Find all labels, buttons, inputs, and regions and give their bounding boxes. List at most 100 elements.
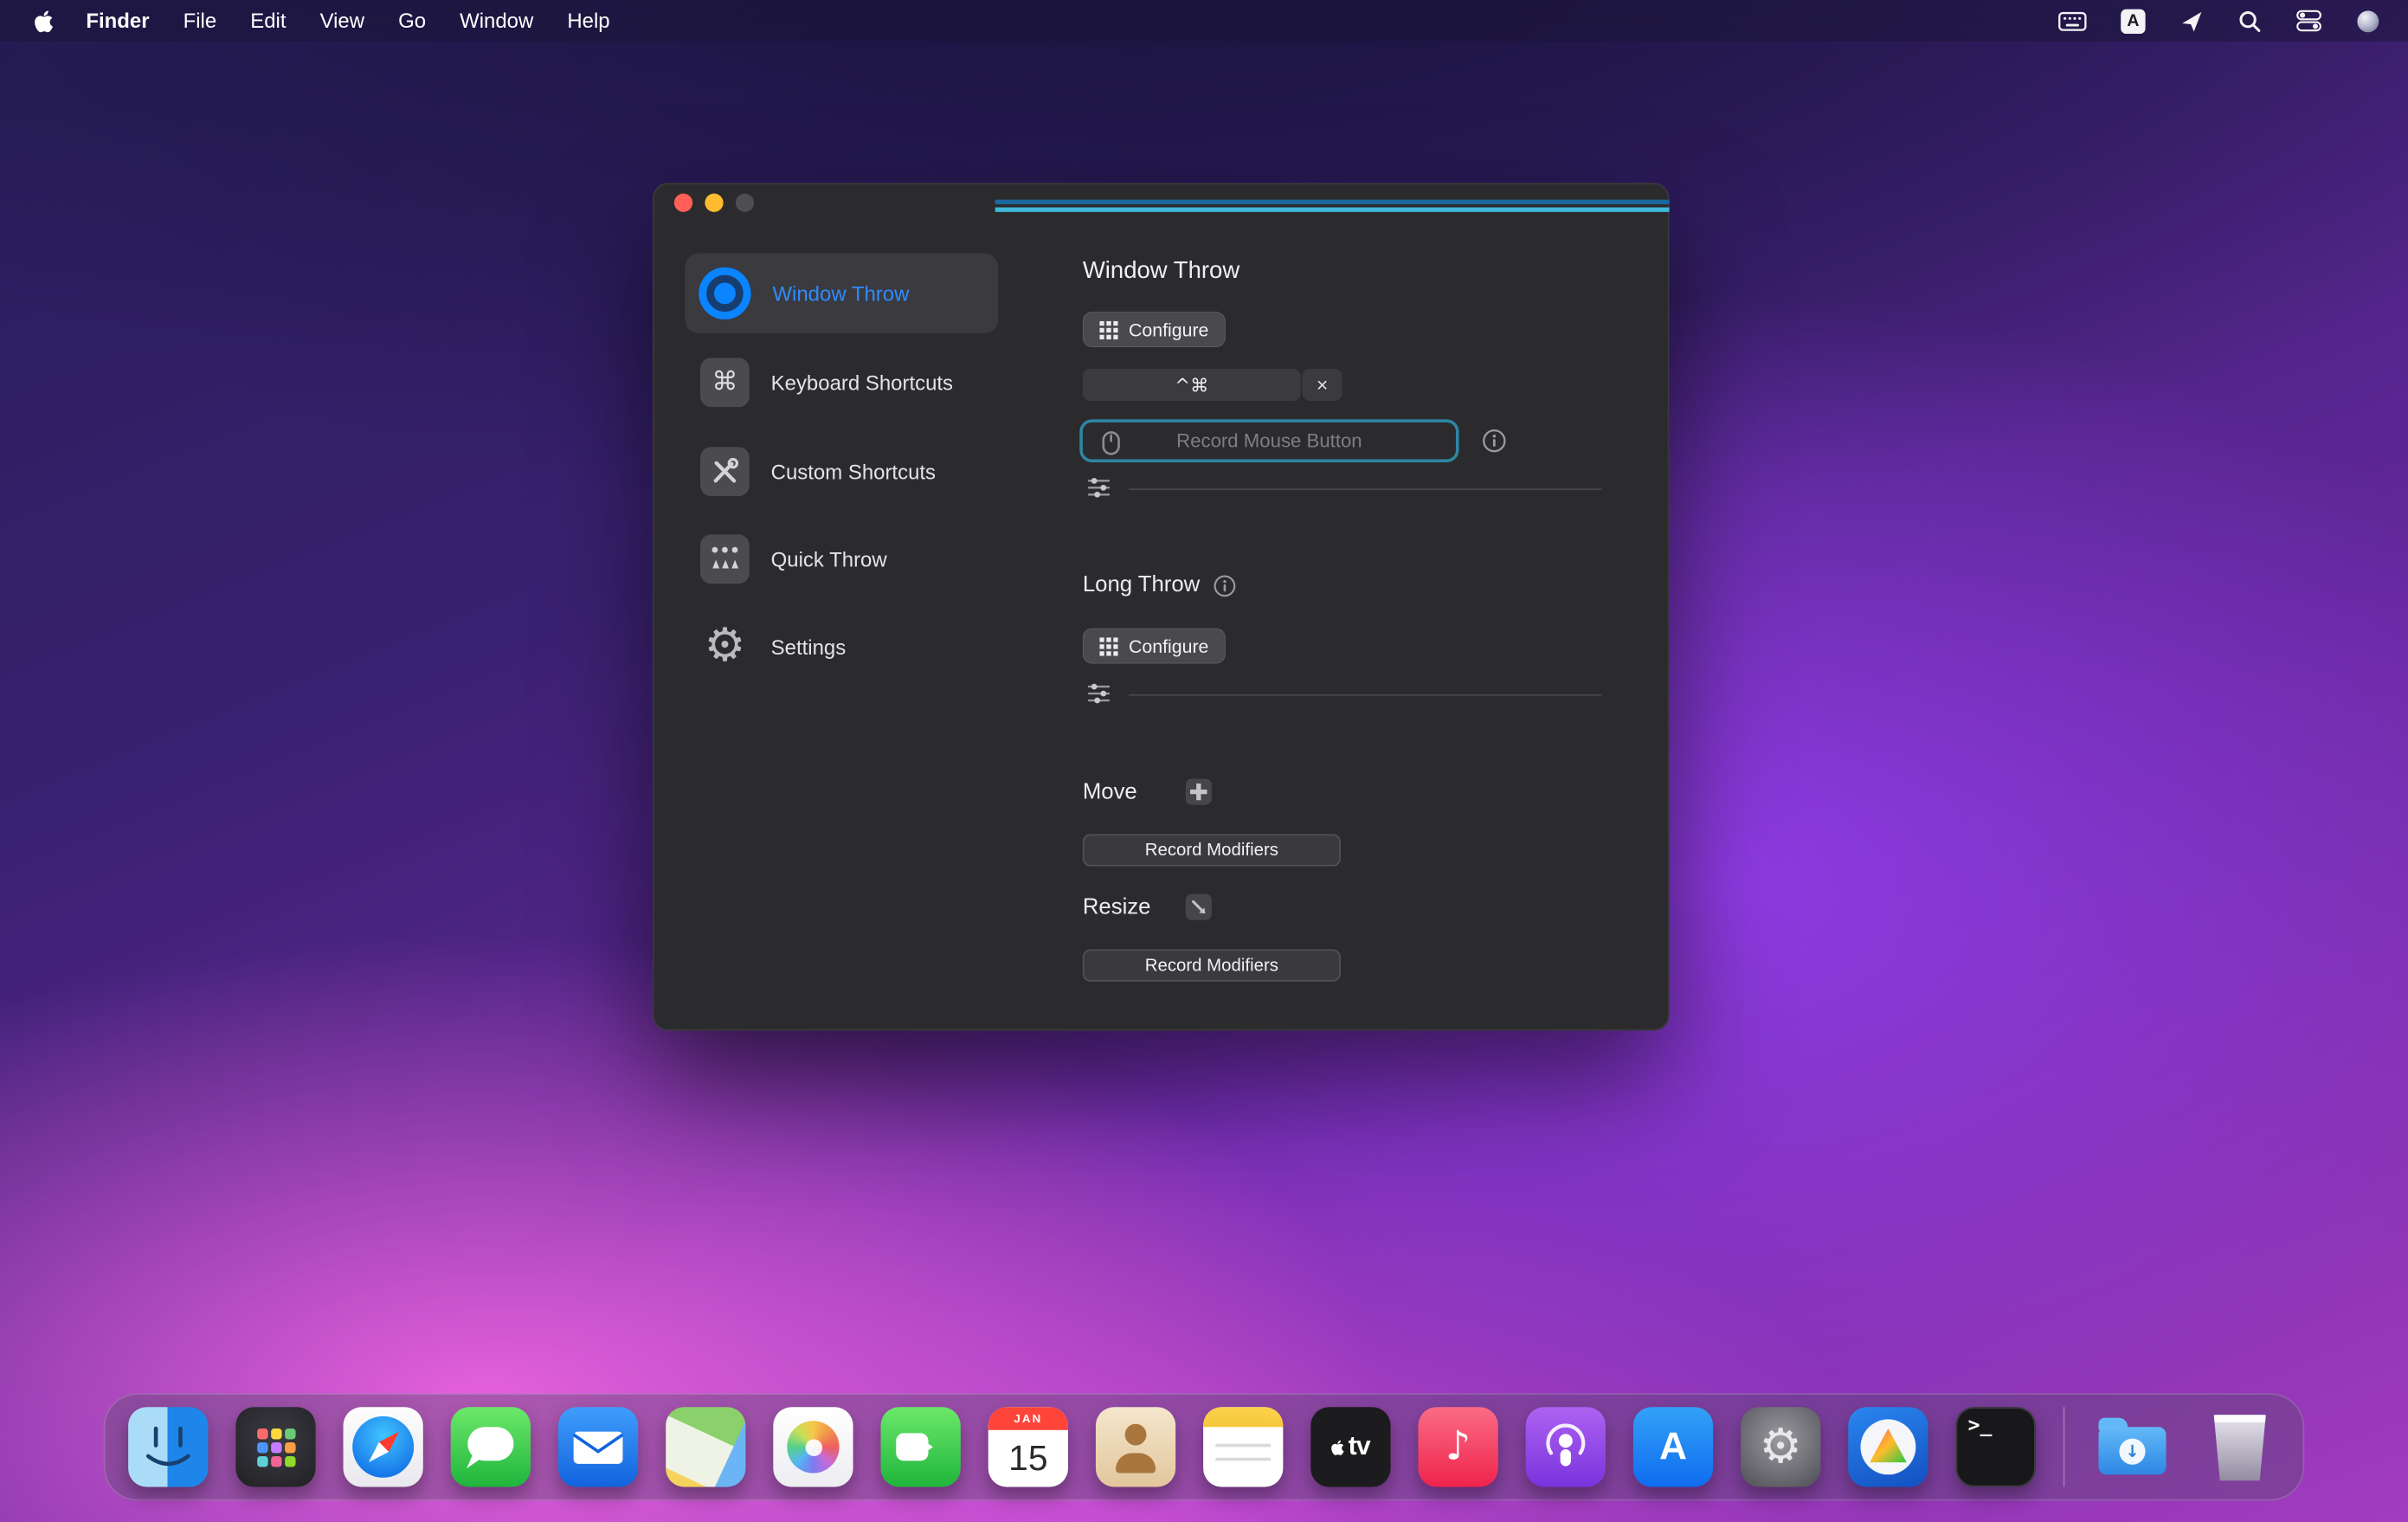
- long-throw-title: Long Throw: [1083, 573, 1200, 597]
- move-icon: [1186, 779, 1212, 805]
- dock-icon-notes[interactable]: [1203, 1407, 1283, 1487]
- sidebar-item-label: Custom Shortcuts: [771, 460, 936, 483]
- gear-icon: ⚙: [1760, 1423, 1802, 1471]
- dock-icon-finder[interactable]: [128, 1407, 208, 1487]
- terminal-prompt: >_: [1968, 1415, 1993, 1438]
- grid-icon: [1099, 320, 1117, 339]
- siri-icon[interactable]: [2356, 9, 2380, 33]
- resize-icon: [1186, 894, 1212, 920]
- sidebar-item-label: Settings: [771, 635, 847, 659]
- sidebar-item-label: Quick Throw: [771, 548, 887, 571]
- apple-menu[interactable]: [22, 9, 69, 33]
- sidebar-item-settings[interactable]: ⚙ Settings: [685, 607, 998, 687]
- configure-label: Configure: [1129, 635, 1208, 657]
- dock-icon-maps[interactable]: [666, 1407, 745, 1487]
- dock-icon-system-preferences[interactable]: ⚙: [1741, 1407, 1820, 1487]
- resize-title-row: Resize: [1083, 895, 1151, 919]
- sidebar-item-custom-shortcuts[interactable]: Custom Shortcuts: [685, 432, 998, 512]
- photos-pinwheel: [787, 1421, 839, 1473]
- header-stripe-teal: [995, 208, 1670, 212]
- trash-bin: [2212, 1415, 2268, 1480]
- mail-envelope: [558, 1407, 638, 1487]
- dock: JAN 15 tv ♪ A ⚙: [104, 1393, 2304, 1500]
- long-throw-title-row: Long Throw: [1083, 573, 1237, 597]
- control-center-icon[interactable]: [2295, 10, 2321, 33]
- long-throw-configure-button[interactable]: Configure: [1083, 629, 1226, 664]
- tv-label: tv: [1349, 1432, 1370, 1462]
- dock-icon-window-app[interactable]: [1848, 1407, 1928, 1487]
- dock-icon-terminal[interactable]: >_: [1955, 1407, 2035, 1487]
- sliders-icon[interactable]: [1087, 684, 1111, 704]
- close-button[interactable]: [674, 194, 692, 212]
- dock-icon-app-store[interactable]: A: [1633, 1407, 1713, 1487]
- dock-icon-launchpad[interactable]: [235, 1407, 315, 1487]
- keyboard-icon[interactable]: [2057, 10, 2087, 32]
- spotlight-search-icon[interactable]: [2237, 9, 2262, 33]
- resize-title: Resize: [1083, 895, 1151, 919]
- dock-icon-mail[interactable]: [558, 1407, 638, 1487]
- dock-icon-downloads[interactable]: ↓: [2092, 1407, 2172, 1487]
- gear-icon: ⚙: [700, 622, 750, 672]
- resize-record-modifiers-button[interactable]: Record Modifiers: [1083, 949, 1341, 981]
- configure-label: Configure: [1129, 319, 1208, 340]
- menu-view[interactable]: View: [303, 0, 382, 42]
- sliders-icon[interactable]: [1087, 478, 1111, 498]
- move-record-modifiers-button[interactable]: Record Modifiers: [1083, 834, 1341, 866]
- dock-icon-music[interactable]: ♪: [1419, 1407, 1498, 1487]
- menu-help[interactable]: Help: [550, 0, 627, 42]
- menu-bar-status: A: [2057, 9, 2408, 33]
- calendar-month-label: JAN: [988, 1407, 1068, 1430]
- divider: [1129, 488, 1601, 490]
- dock-icon-calendar[interactable]: JAN 15: [988, 1407, 1068, 1487]
- launchpad-grid: [257, 1428, 267, 1439]
- notes-header: [1203, 1407, 1283, 1427]
- downloads-folder: ↓: [2098, 1427, 2166, 1474]
- sidebar-item-label: Keyboard Shortcuts: [771, 371, 953, 394]
- dock-icon-contacts[interactable]: [1096, 1407, 1175, 1487]
- dock-icon-tv[interactable]: tv: [1310, 1407, 1390, 1487]
- dock-icon-safari[interactable]: [344, 1407, 423, 1487]
- dock-icon-podcasts[interactable]: [1526, 1407, 1606, 1487]
- menu-file[interactable]: File: [166, 0, 234, 42]
- move-title-row: Move: [1083, 780, 1137, 804]
- menu-edit[interactable]: Edit: [234, 0, 303, 42]
- move-title: Move: [1083, 780, 1137, 804]
- location-icon[interactable]: [2179, 9, 2204, 33]
- dock-icon-facetime[interactable]: [881, 1407, 961, 1487]
- dock-icon-trash[interactable]: [2200, 1407, 2280, 1487]
- dock-icon-messages[interactable]: [451, 1407, 531, 1487]
- notes-line: [1215, 1458, 1271, 1461]
- input-source-icon[interactable]: A: [2121, 9, 2145, 33]
- contacts-person: [1125, 1424, 1147, 1446]
- input-source-label: A: [2121, 9, 2145, 33]
- info-icon[interactable]: [1214, 574, 1237, 597]
- menu-bar-left: Finder File Edit View Go Window Help: [0, 0, 627, 42]
- menu-go[interactable]: Go: [382, 0, 443, 42]
- minimize-button[interactable]: [705, 194, 723, 212]
- zoom-button[interactable]: [736, 194, 754, 212]
- app-menu-finder[interactable]: Finder: [69, 0, 166, 42]
- window-throw-configure-button[interactable]: Configure: [1083, 312, 1226, 347]
- sidebar-item-keyboard-shortcuts[interactable]: ⌘ Keyboard Shortcuts: [685, 343, 998, 422]
- tools-icon: [700, 447, 750, 496]
- shortcut-field[interactable]: ^⌘: [1083, 369, 1301, 401]
- sidebar-item-window-throw[interactable]: Window Throw: [685, 254, 998, 333]
- traffic-lights: [674, 194, 754, 212]
- apple-logo-icon: [34, 9, 54, 33]
- sidebar-item-quick-throw[interactable]: Quick Throw: [685, 519, 998, 599]
- command-icon: ⌘: [700, 358, 750, 407]
- divider: [1129, 694, 1601, 696]
- menu-window[interactable]: Window: [443, 0, 550, 42]
- dock-icon-photos[interactable]: [773, 1407, 853, 1487]
- app-store-glyph: A: [1659, 1425, 1687, 1469]
- desktop: Finder File Edit View Go Window Help A: [0, 0, 2408, 1522]
- clear-shortcut-button[interactable]: ×: [1303, 369, 1342, 401]
- info-icon[interactable]: [1482, 429, 1506, 453]
- record-mouse-button[interactable]: Record Mouse Button: [1079, 419, 1458, 462]
- facetime-camera: [896, 1433, 928, 1461]
- podcasts-glyph: [1526, 1407, 1606, 1487]
- apple-logo-icon: [1331, 1439, 1345, 1456]
- messages-bubble: [467, 1427, 513, 1461]
- window-throw-title: Window Throw: [1083, 258, 1239, 286]
- sidebar-item-label: Window Throw: [772, 282, 909, 306]
